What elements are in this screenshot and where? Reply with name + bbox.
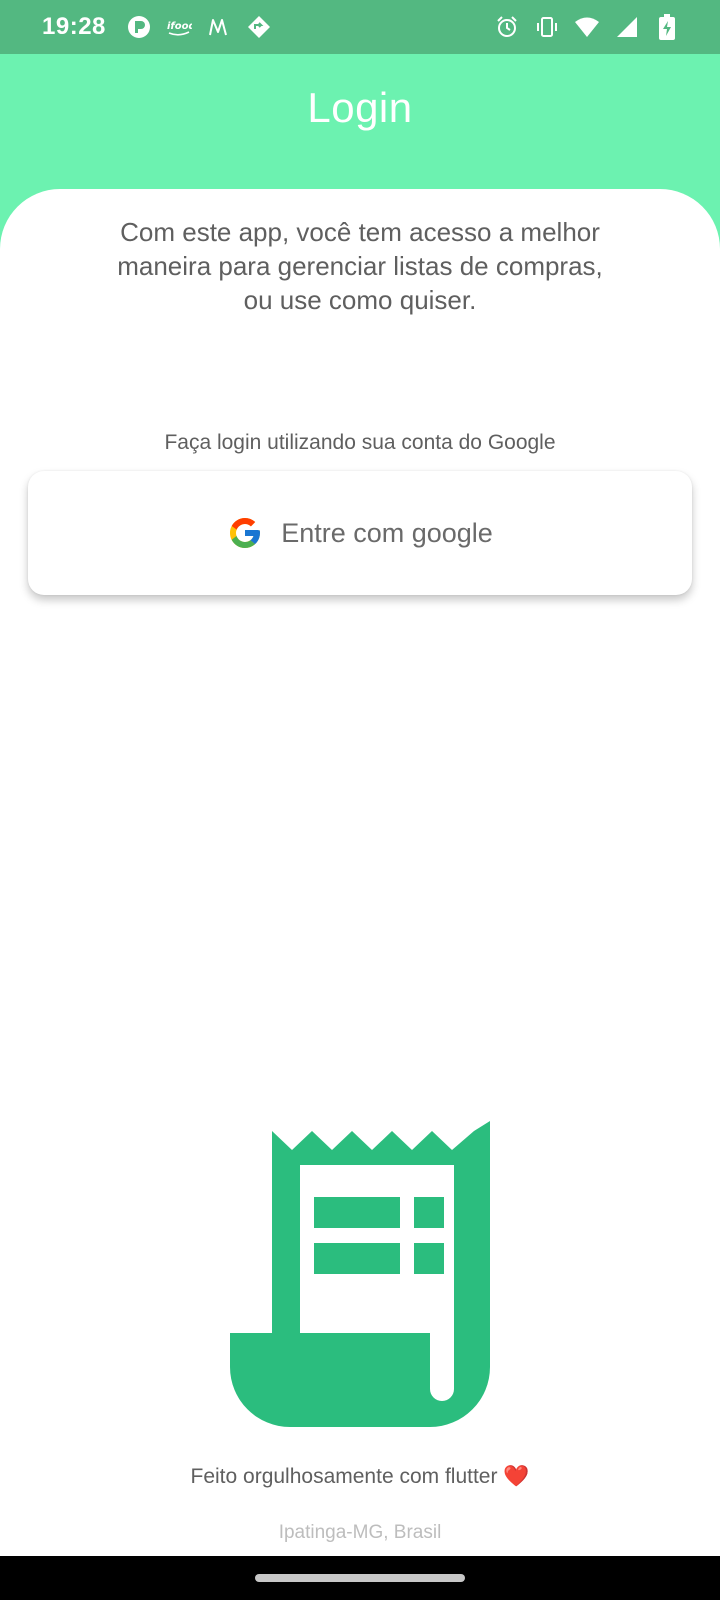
svg-text:ifood: ifood: [167, 21, 192, 32]
login-hint: Faça login utilizando sua conta do Googl…: [164, 431, 556, 454]
vibrate-icon: [534, 14, 560, 40]
medium-icon: [206, 14, 232, 40]
google-icon: [227, 515, 263, 551]
heart-icon: ❤️: [503, 1465, 530, 1488]
google-signin-button[interactable]: Entre com google: [28, 471, 692, 595]
alarm-icon: [494, 14, 520, 40]
google-signin-label: Entre com google: [281, 517, 493, 548]
footer-credit: Feito orgulhosamente com flutter ❤️: [0, 1465, 720, 1489]
ifood-icon: ifood: [166, 14, 192, 40]
page-title: Login: [307, 84, 413, 131]
status-bar: 19:28 ifood: [0, 0, 720, 54]
status-bar-right: [494, 14, 680, 40]
app-bar: Login: [0, 54, 720, 190]
navigation-icon: [246, 14, 272, 40]
status-bar-left: 19:28 ifood: [42, 13, 272, 41]
login-screen: 19:28 ifood: [0, 0, 720, 1600]
intro-text: Com este app, você tem acesso a melhor m…: [117, 217, 603, 315]
signal-icon: [614, 14, 640, 40]
status-time: 19:28: [42, 13, 106, 40]
picpay-icon: [126, 14, 152, 40]
receipt-icon: [228, 1121, 492, 1434]
navigation-bar: [0, 1556, 720, 1600]
wifi-icon: [574, 14, 600, 40]
footer-credit-text: Feito orgulhosamente com flutter: [190, 1465, 498, 1488]
battery-charging-icon: [654, 14, 680, 40]
home-gesture-handle[interactable]: [255, 1574, 465, 1582]
content-card: Com este app, você tem acesso a melhor m…: [0, 189, 720, 1556]
footer-location: Ipatinga-MG, Brasil: [278, 1522, 442, 1543]
